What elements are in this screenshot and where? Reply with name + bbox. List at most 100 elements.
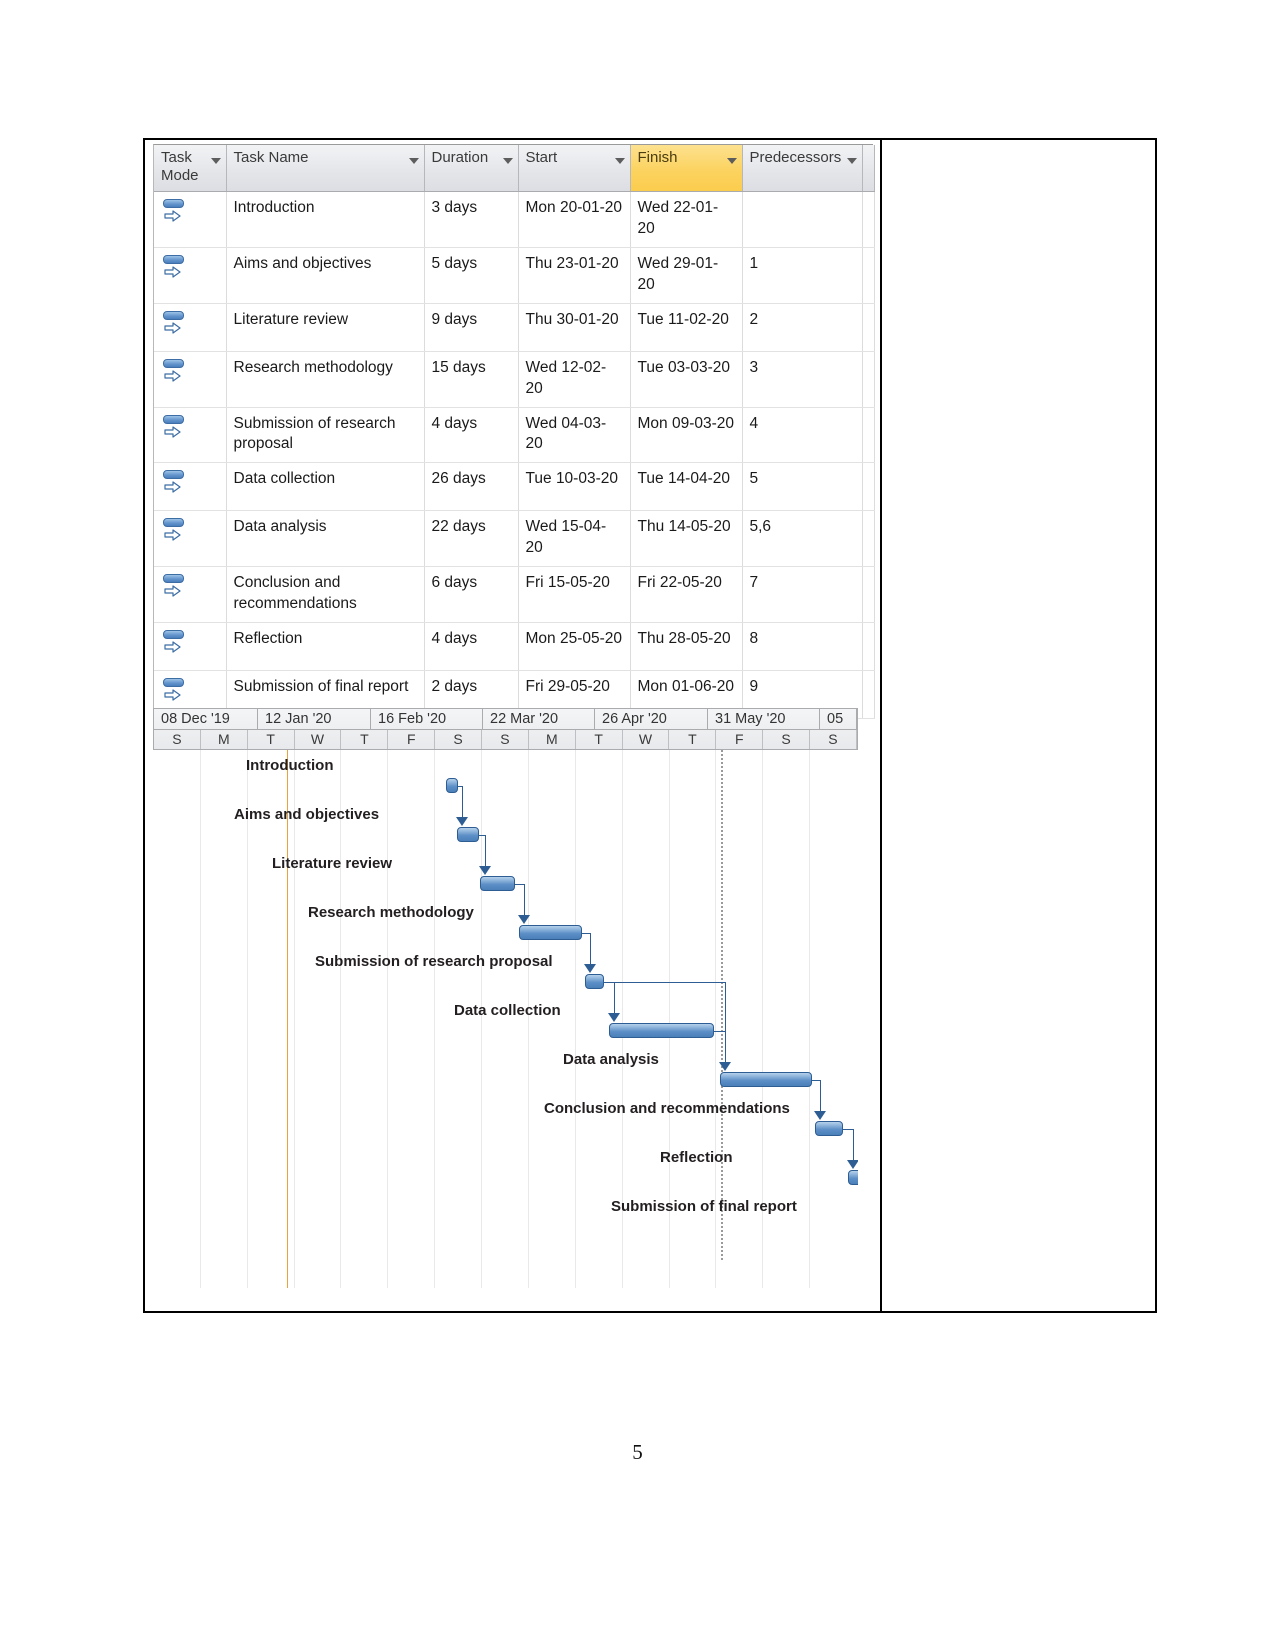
cell-finish[interactable]: Mon 09-03-20 (630, 407, 743, 464)
gantt-task-bar[interactable] (609, 1023, 714, 1038)
manually-scheduled-icon (161, 310, 187, 338)
gantt-task-bar[interactable] (519, 925, 582, 940)
table-header-row: Task Mode Task Name Duration Start Finis… (154, 145, 875, 192)
gantt-task-bar[interactable] (720, 1072, 812, 1087)
cell-predecessors[interactable]: 8 (742, 622, 863, 672)
cell-task-name[interactable]: Conclusion and recommendations (226, 566, 425, 624)
cell-task-name[interactable]: Introduction (226, 191, 425, 248)
manually-scheduled-icon (161, 517, 187, 545)
column-header-predecessors[interactable]: Predecessors (742, 145, 863, 192)
cell-overflow (862, 622, 875, 672)
cell-start[interactable]: Wed 12-02-20 (518, 351, 631, 408)
cell-finish[interactable]: Fri 22-05-20 (630, 566, 743, 624)
cell-predecessors[interactable] (742, 191, 863, 248)
cell-start[interactable]: Wed 04-03-20 (518, 407, 631, 464)
cell-task-mode[interactable] (154, 351, 227, 408)
cell-duration[interactable]: 4 days (424, 622, 519, 672)
cell-finish[interactable]: Wed 29-01-20 (630, 247, 743, 304)
table-row[interactable]: Reflection 4 days Mon 25-05-20 Thu 28-05-20… (154, 622, 875, 672)
column-header-finish[interactable]: Finish (630, 145, 743, 192)
cell-duration[interactable]: 6 days (424, 566, 519, 624)
cell-finish[interactable]: Thu 14-05-20 (630, 510, 743, 568)
gantt-task-bar[interactable] (457, 827, 479, 842)
timeline-major-cell: 05 (820, 709, 857, 729)
filter-dropdown-icon[interactable] (210, 158, 221, 164)
cell-task-mode[interactable] (154, 247, 227, 304)
dependency-link-segment (714, 1031, 725, 1032)
cell-task-mode[interactable] (154, 407, 227, 464)
cell-duration[interactable]: 3 days (424, 191, 519, 248)
timeline-minor-scale: SMTWTFSSMTWTFSS (154, 730, 857, 749)
cell-predecessors[interactable]: 2 (742, 303, 863, 352)
gantt-gridline (809, 750, 810, 1288)
dependency-arrow-icon (719, 1062, 731, 1071)
timeline-minor-cell: S (482, 730, 529, 749)
cell-start[interactable]: Mon 25-05-20 (518, 622, 631, 672)
cell-task-name[interactable]: Submission of research proposal (226, 407, 425, 464)
filter-dropdown-icon[interactable] (726, 158, 737, 164)
cell-duration[interactable]: 15 days (424, 351, 519, 408)
table-row[interactable]: Introduction 3 days Mon 20-01-20 Wed 22-01-… (154, 191, 875, 248)
cell-predecessors[interactable]: 4 (742, 407, 863, 464)
cell-predecessors[interactable]: 5 (742, 462, 863, 512)
table-row[interactable]: Literature review 9 days Thu 30-01-20 Tue 1… (154, 303, 875, 352)
cell-duration[interactable]: 5 days (424, 247, 519, 304)
cell-task-mode[interactable] (154, 303, 227, 352)
column-header-task-name[interactable]: Task Name (226, 145, 425, 192)
table-row[interactable]: Aims and objectives 5 days Thu 23-01-20 Wed… (154, 247, 875, 304)
cell-task-name[interactable]: Reflection (226, 622, 425, 672)
cell-predecessors[interactable]: 3 (742, 351, 863, 408)
cell-finish[interactable]: Wed 22-01-20 (630, 191, 743, 248)
filter-dropdown-icon[interactable] (408, 158, 419, 164)
cell-task-name[interactable]: Aims and objectives (226, 247, 425, 304)
table-row[interactable]: Submission of research proposal 4 days Wed… (154, 407, 875, 464)
column-header-next-clipped[interactable] (862, 145, 875, 192)
gantt-task-bar[interactable] (585, 974, 604, 989)
dependency-arrow-icon (814, 1111, 826, 1120)
cell-start[interactable]: Tue 10-03-20 (518, 462, 631, 512)
cell-start[interactable]: Mon 20-01-20 (518, 191, 631, 248)
page-column-divider (880, 138, 882, 1313)
column-header-duration[interactable]: Duration (424, 145, 519, 192)
gantt-task-bar[interactable] (848, 1170, 858, 1185)
cell-task-name[interactable]: Research methodology (226, 351, 425, 408)
table-row[interactable]: Data collection 26 days Tue 10-03-20 Tue 14… (154, 462, 875, 512)
cell-task-name[interactable]: Literature review (226, 303, 425, 352)
cell-finish[interactable]: Thu 28-05-20 (630, 622, 743, 672)
table-row[interactable]: Conclusion and recommendations 6 days Fri … (154, 566, 875, 624)
filter-dropdown-icon[interactable] (846, 158, 857, 164)
cell-predecessors[interactable]: 5,6 (742, 510, 863, 568)
filter-dropdown-icon[interactable] (502, 158, 513, 164)
cell-duration[interactable]: 9 days (424, 303, 519, 352)
cell-duration[interactable]: 4 days (424, 407, 519, 464)
cell-task-mode[interactable] (154, 510, 227, 568)
column-header-start[interactable]: Start (518, 145, 631, 192)
cell-predecessors[interactable]: 7 (742, 566, 863, 624)
filter-dropdown-icon[interactable] (614, 158, 625, 164)
table-row[interactable]: Research methodology 15 days Wed 12-02-20 T… (154, 351, 875, 408)
cell-task-mode[interactable] (154, 622, 227, 672)
cell-task-mode[interactable] (154, 566, 227, 624)
cell-start[interactable]: Thu 23-01-20 (518, 247, 631, 304)
cell-duration[interactable]: 22 days (424, 510, 519, 568)
cell-finish[interactable]: Tue 11-02-20 (630, 303, 743, 352)
gantt-task-bar[interactable] (480, 876, 515, 891)
cell-start[interactable]: Thu 30-01-20 (518, 303, 631, 352)
gantt-task-bar[interactable] (815, 1121, 843, 1136)
cell-finish[interactable]: Tue 14-04-20 (630, 462, 743, 512)
cell-task-name[interactable]: Data collection (226, 462, 425, 512)
gantt-task-bar[interactable] (446, 778, 458, 793)
dependency-link-segment (853, 1129, 854, 1161)
table-row[interactable]: Data analysis 22 days Wed 15-04-20 Thu 14-0… (154, 510, 875, 568)
cell-finish[interactable]: Tue 03-03-20 (630, 351, 743, 408)
dependency-link-segment (812, 1080, 820, 1081)
column-header-task-mode[interactable]: Task Mode (154, 145, 227, 192)
cell-start[interactable]: Wed 15-04-20 (518, 510, 631, 568)
cell-task-mode[interactable] (154, 191, 227, 248)
cell-start[interactable]: Fri 15-05-20 (518, 566, 631, 624)
cell-task-name[interactable]: Data analysis (226, 510, 425, 568)
cell-duration[interactable]: 26 days (424, 462, 519, 512)
cell-predecessors[interactable]: 1 (742, 247, 863, 304)
cell-task-mode[interactable] (154, 462, 227, 512)
gantt-bar-label: Conclusion and recommendations (544, 1100, 790, 1117)
